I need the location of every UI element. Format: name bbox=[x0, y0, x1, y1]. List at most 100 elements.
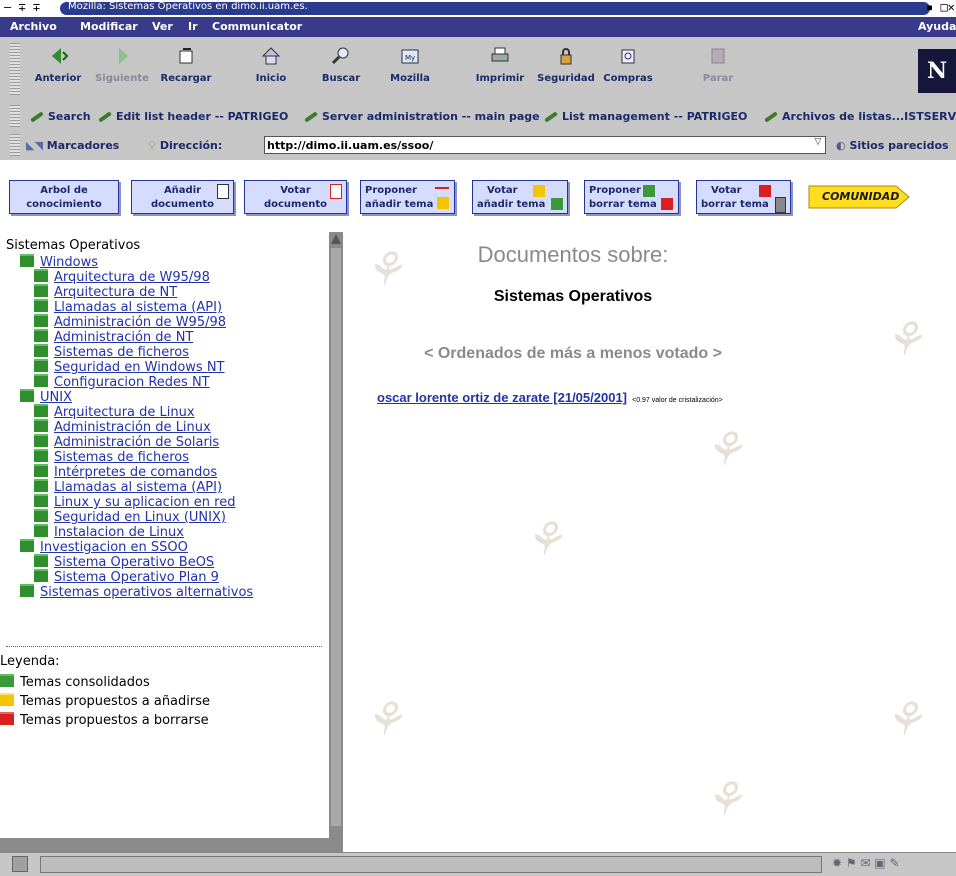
red-folder-icon bbox=[0, 712, 14, 725]
folder-icon bbox=[20, 389, 34, 402]
tree-item[interactable]: Llamadas al sistema (API) bbox=[34, 479, 222, 495]
toolbar-grip[interactable] bbox=[10, 43, 20, 95]
votar-documento-button[interactable]: Votar documento bbox=[244, 180, 347, 214]
printer-icon bbox=[491, 47, 509, 62]
arbol-conocimiento-button[interactable]: Arbol de conocimiento bbox=[9, 180, 119, 214]
buscar-button[interactable]: Buscar bbox=[305, 45, 377, 84]
folder-icon bbox=[34, 509, 48, 522]
component-bar-icons[interactable]: ✹ ⚑ ✉ ▣ ✎ bbox=[832, 856, 900, 870]
document-icon bbox=[217, 184, 229, 199]
proponer-borrar-tema-button[interactable]: Proponer borrar tema bbox=[584, 180, 679, 214]
folder-icon bbox=[34, 569, 48, 582]
bookmarks-icon: ◣◥ bbox=[26, 139, 47, 152]
document-link[interactable]: oscar lorente ortiz de zarate [21/05/200… bbox=[377, 390, 627, 405]
tree-scroll-thumb[interactable] bbox=[331, 248, 341, 826]
menu-ayuda[interactable]: Ayuda bbox=[918, 20, 956, 33]
tree-item[interactable]: Arquitectura de NT bbox=[34, 284, 177, 300]
menu-modificar[interactable]: Modificar bbox=[80, 20, 138, 33]
tree-item[interactable]: Seguridad en Windows NT bbox=[34, 359, 225, 375]
mozilla-button[interactable]: My Mozilla bbox=[374, 45, 446, 84]
tree-item[interactable]: Intérpretes de comandos bbox=[34, 464, 217, 480]
tree-item[interactable]: Administración de W95/98 bbox=[34, 314, 226, 330]
menu-communicator[interactable]: Communicator bbox=[212, 20, 302, 33]
compras-button[interactable]: Compras bbox=[592, 45, 664, 84]
tree-item[interactable]: Administración de Solaris bbox=[34, 434, 219, 450]
forward-arrow-icon bbox=[119, 48, 128, 64]
siguiente-button[interactable]: Siguiente bbox=[86, 45, 158, 84]
tree-folder-unix[interactable]: UNIX bbox=[20, 389, 72, 405]
menu-archivo[interactable]: Archivo bbox=[10, 20, 57, 33]
tree-item[interactable]: Seguridad en Linux (UNIX) bbox=[34, 509, 226, 525]
vote-document-icon bbox=[330, 184, 342, 199]
votar-borrar-tema-button[interactable]: Votar borrar tema bbox=[696, 180, 791, 214]
tree-folder-alternativos[interactable]: Sistemas operativos alternativos bbox=[20, 584, 253, 600]
tree-item[interactable]: Sistema Operativo BeOS bbox=[34, 554, 214, 570]
green-folder-icon bbox=[551, 198, 563, 210]
green-folder-icon bbox=[0, 674, 14, 687]
tree-folder-investigacion[interactable]: Investigacion en SSOO bbox=[20, 539, 188, 555]
tree-item[interactable]: Sistemas de ficheros bbox=[34, 449, 189, 465]
yellow-folder-icon bbox=[533, 185, 545, 197]
proponer-anadir-tema-button[interactable]: Proponer añadir tema bbox=[360, 180, 455, 214]
folder-icon bbox=[34, 284, 48, 297]
folder-icon bbox=[34, 404, 48, 417]
marcadores-button[interactable]: ◣◥ Marcadores bbox=[26, 139, 119, 152]
maximize-icon[interactable]: ▪ □✕ bbox=[926, 0, 955, 14]
menu-ver[interactable]: Ver bbox=[152, 20, 173, 33]
personal-toolbar-grip[interactable] bbox=[10, 105, 20, 127]
sitios-parecidos-button[interactable]: ◐ Sitios parecidos bbox=[836, 139, 949, 152]
tree-folder-windows[interactable]: Windows bbox=[20, 254, 98, 270]
location-toolbar-grip[interactable] bbox=[10, 134, 20, 156]
folder-icon bbox=[34, 434, 48, 447]
anadir-documento-button[interactable]: Añadir documento bbox=[131, 180, 234, 214]
svg-text:My: My bbox=[405, 54, 415, 62]
imprimir-button[interactable]: Imprimir bbox=[464, 45, 536, 84]
site-nav: Arbol de conocimiento Añadir documento Vot… bbox=[0, 160, 956, 232]
menu-ir[interactable]: Ir bbox=[188, 20, 198, 33]
tree-item[interactable]: Arquitectura de Linux bbox=[34, 404, 195, 420]
tree-item[interactable]: Linux y su aplicacion en red bbox=[34, 494, 235, 510]
inicio-button[interactable]: Inicio bbox=[235, 45, 307, 84]
bookmark-icon bbox=[764, 111, 778, 123]
folder-icon bbox=[34, 269, 48, 282]
url-input[interactable] bbox=[264, 136, 826, 154]
navigation-toolbar: Anterior Siguiente Recargar Inicio Busca… bbox=[0, 37, 956, 103]
bookmark-search[interactable]: Search bbox=[30, 110, 91, 123]
red-folder-icon bbox=[661, 198, 673, 210]
url-dropdown-icon[interactable]: ▽ bbox=[812, 137, 824, 151]
yellow-folder-icon bbox=[437, 197, 449, 209]
red-arrow-icon bbox=[435, 187, 449, 189]
tree-item[interactable]: Administración de NT bbox=[34, 329, 193, 345]
tree-item[interactable]: Instalacion de Linux bbox=[34, 524, 184, 540]
legend-title: Leyenda: bbox=[0, 654, 60, 669]
recargar-button[interactable]: Recargar bbox=[150, 45, 222, 84]
bookmark-edit-list-header[interactable]: Edit list header -- PATRIGEO bbox=[98, 110, 288, 123]
tree-horizontal-scrollbar[interactable] bbox=[0, 838, 343, 852]
tree-item[interactable]: Administración de Linux bbox=[34, 419, 211, 435]
folder-icon bbox=[34, 374, 48, 387]
bookmark-icon bbox=[304, 111, 318, 123]
security-lock-icon[interactable] bbox=[12, 856, 28, 872]
bookmark-server-admin[interactable]: Server administration -- main page bbox=[304, 110, 540, 123]
comunidad-button[interactable]: COMUNIDAD bbox=[808, 185, 910, 209]
scroll-up-icon[interactable] bbox=[331, 234, 341, 244]
tree-item[interactable]: Arquitectura de W95/98 bbox=[34, 269, 210, 285]
tree-item[interactable]: Llamadas al sistema (API) bbox=[34, 299, 222, 315]
folder-icon bbox=[20, 539, 34, 552]
tree-item[interactable]: Configuracion Redes NT bbox=[34, 374, 210, 390]
votar-anadir-tema-button[interactable]: Votar añadir tema bbox=[472, 180, 568, 214]
tree-item[interactable]: Sistema Operativo Plan 9 bbox=[34, 569, 219, 585]
folder-icon bbox=[34, 524, 48, 537]
topic-tree-frame: Sistemas Operativos Windows Arquitectura… bbox=[0, 232, 329, 842]
watermark-glyph: ⚘ bbox=[883, 312, 925, 366]
netscape-logo[interactable]: N bbox=[918, 49, 956, 93]
anterior-button[interactable]: Anterior bbox=[22, 45, 94, 84]
parar-button[interactable]: Parar bbox=[682, 45, 754, 84]
location-icon: ⚲ bbox=[148, 139, 160, 152]
bookmark-archivos[interactable]: Archivos de listas...ISTSERV. bbox=[764, 110, 956, 123]
bookmark-list-management[interactable]: List management -- PATRIGEO bbox=[544, 110, 747, 123]
window-menu-icon[interactable]: — ∓ ∓ bbox=[4, 0, 40, 14]
back-arrow-icon bbox=[52, 48, 69, 64]
green-folder-icon bbox=[643, 185, 655, 197]
tree-item[interactable]: Sistemas de ficheros bbox=[34, 344, 189, 360]
